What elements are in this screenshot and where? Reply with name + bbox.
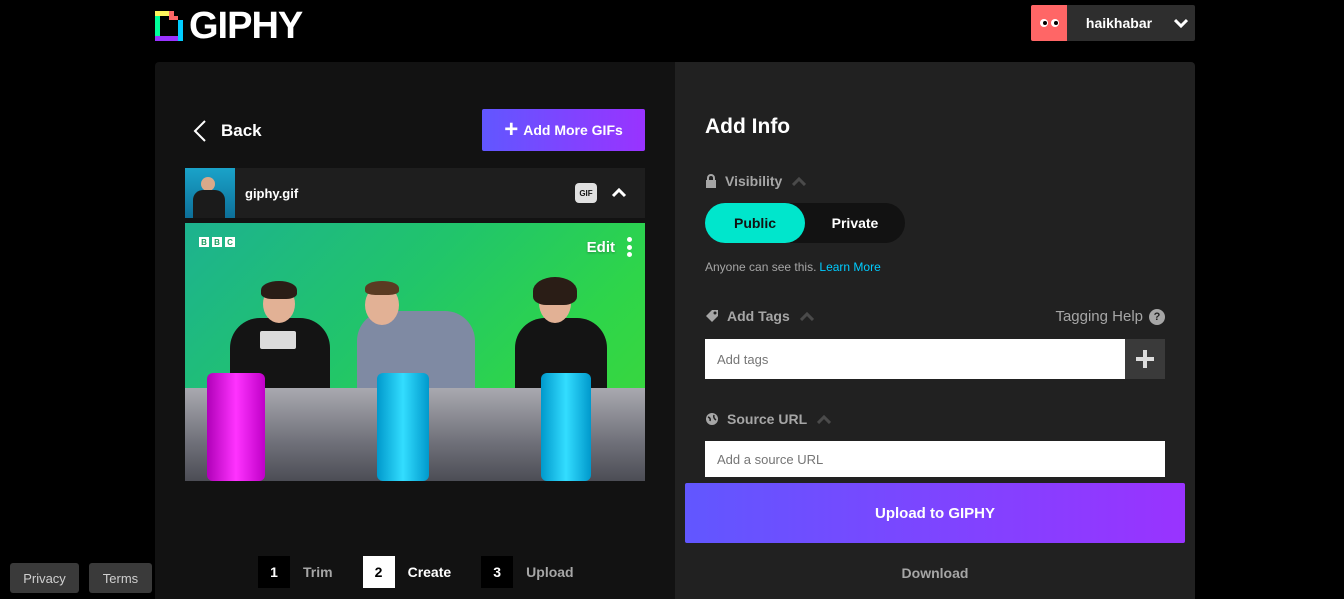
add-info-panel: Add Info Visibility Public Private Anyon… xyxy=(675,62,1195,599)
user-menu[interactable]: haikhabar xyxy=(1031,5,1195,41)
plus-icon xyxy=(1136,350,1154,368)
back-label: Back xyxy=(221,121,262,140)
visibility-public-option[interactable]: Public xyxy=(705,203,805,243)
step-create[interactable]: 2 Create xyxy=(362,556,452,588)
file-row[interactable]: giphy.gif GIF xyxy=(185,168,645,218)
visibility-note-text: Anyone can see this. xyxy=(705,260,817,274)
plus-icon: + xyxy=(504,116,519,143)
chevron-up-icon xyxy=(817,414,832,424)
tag-icon xyxy=(706,310,718,322)
tagging-help-label: Tagging Help xyxy=(1055,308,1143,325)
watermark-letter: B xyxy=(212,237,222,247)
globe-icon xyxy=(706,413,718,425)
step-label: Upload xyxy=(526,564,574,580)
lock-icon xyxy=(706,174,716,188)
chevron-up-icon xyxy=(799,311,814,321)
add-more-gifs-button[interactable]: + Add More GIFs xyxy=(482,109,645,151)
edit-button[interactable]: Edit xyxy=(587,239,615,256)
privacy-link[interactable]: Privacy xyxy=(10,563,79,593)
chevron-left-icon xyxy=(193,120,206,142)
step-number: 3 xyxy=(481,556,514,588)
step-number: 2 xyxy=(362,556,395,588)
more-options-icon[interactable] xyxy=(627,237,633,257)
collapse-chevron-up-icon[interactable] xyxy=(609,183,629,203)
scene-pillar xyxy=(207,373,265,481)
step-number: 1 xyxy=(258,556,290,588)
scene-hair xyxy=(365,281,399,295)
visibility-note: Anyone can see this. Learn More xyxy=(705,260,881,274)
download-link[interactable]: Download xyxy=(675,565,1195,581)
scene-pillar xyxy=(377,373,429,481)
progress-steps: 1 Trim 2 Create 3 Upload xyxy=(258,556,604,588)
gif-badge: GIF xyxy=(575,183,597,203)
scene-card xyxy=(260,331,296,349)
panel-title: Add Info xyxy=(705,115,791,138)
watermark-letter: C xyxy=(225,237,235,247)
add-tag-button[interactable] xyxy=(1125,339,1165,379)
avatar xyxy=(1031,5,1067,41)
bbc-watermark: B B C xyxy=(199,237,235,247)
visibility-label: Visibility xyxy=(725,173,783,189)
gif-preview: B B C Edit xyxy=(185,223,645,481)
visibility-private-option[interactable]: Private xyxy=(805,203,905,243)
scene-hair xyxy=(261,281,297,299)
username: haikhabar xyxy=(1085,15,1153,31)
scene-pillar xyxy=(541,373,591,481)
step-upload[interactable]: 3 Upload xyxy=(481,556,574,588)
visibility-toggle[interactable]: Public Private xyxy=(705,203,905,243)
step-trim[interactable]: 1 Trim xyxy=(258,556,333,588)
tags-input[interactable] xyxy=(705,339,1125,379)
source-url-input[interactable] xyxy=(705,441,1165,477)
terms-link[interactable]: Terms xyxy=(89,563,152,593)
learn-more-link[interactable]: Learn More xyxy=(819,260,880,274)
giphy-logo[interactable]: GIPHY xyxy=(155,5,303,47)
giphy-logo-icon xyxy=(155,8,183,44)
chevron-up-icon xyxy=(792,176,807,186)
source-url-header[interactable]: Source URL xyxy=(705,411,832,427)
tags-header[interactable]: Add Tags xyxy=(705,308,814,324)
source-url-label: Source URL xyxy=(727,411,808,427)
avatar-eye-icon xyxy=(1050,19,1059,27)
add-more-label: Add More GIFs xyxy=(523,122,623,138)
logo-text: GIPHY xyxy=(189,5,303,47)
step-label: Create xyxy=(407,564,452,580)
upload-to-giphy-button[interactable]: Upload to GIPHY xyxy=(685,483,1185,543)
visibility-header[interactable]: Visibility xyxy=(705,173,807,189)
watermark-letter: B xyxy=(199,237,209,247)
question-icon: ? xyxy=(1149,308,1165,325)
avatar-eye-icon xyxy=(1039,19,1048,27)
step-label: Trim xyxy=(303,564,333,580)
file-name: giphy.gif xyxy=(245,185,299,201)
tags-label: Add Tags xyxy=(727,308,790,324)
gif-thumbnail xyxy=(185,168,235,218)
gif-preview-panel: Back + Add More GIFs giphy.gif GIF B B C… xyxy=(155,62,675,599)
scene-hair xyxy=(533,277,577,305)
tagging-help-link[interactable]: Tagging Help ? xyxy=(1055,308,1165,325)
back-button[interactable]: Back xyxy=(193,119,262,143)
chevron-down-icon[interactable] xyxy=(1167,18,1195,28)
